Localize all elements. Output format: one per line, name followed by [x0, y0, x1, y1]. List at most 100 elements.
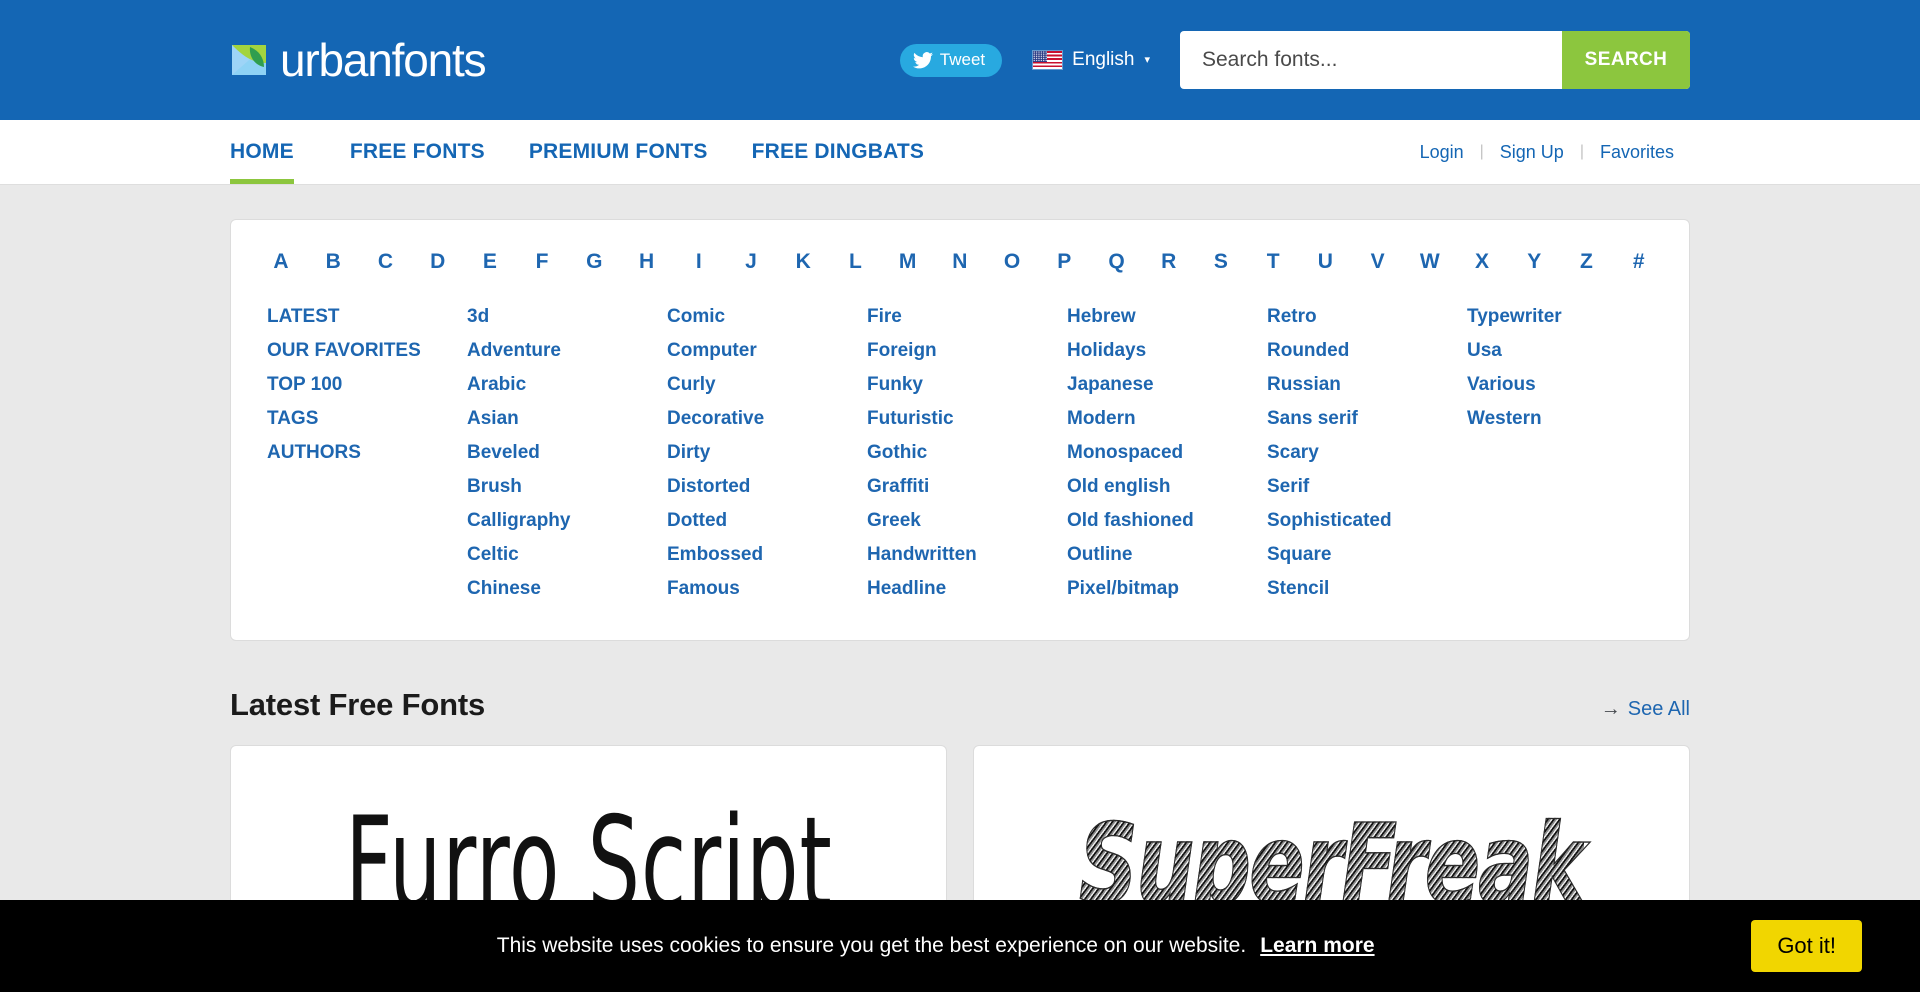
alphabet-letter-k[interactable]: K — [793, 250, 813, 274]
alphabet-letter-t[interactable]: T — [1263, 250, 1283, 274]
chevron-down-icon: ▾ — [1144, 53, 1150, 66]
category-link-arabic[interactable]: Arabic — [467, 368, 653, 402]
category-link-monospaced[interactable]: Monospaced — [1067, 436, 1253, 470]
category-link-funky[interactable]: Funky — [867, 368, 1053, 402]
language-selector[interactable]: English ▾ — [1032, 49, 1150, 71]
category-link-usa[interactable]: Usa — [1467, 334, 1653, 368]
category-link-typewriter[interactable]: Typewriter — [1467, 300, 1653, 334]
category-link-japanese[interactable]: Japanese — [1067, 368, 1253, 402]
alphabet-letter-d[interactable]: D — [428, 250, 448, 274]
alphabet-letter-c[interactable]: C — [375, 250, 395, 274]
category-link-latest[interactable]: LATEST — [267, 300, 453, 334]
category-link-serif[interactable]: Serif — [1267, 470, 1453, 504]
category-link-computer[interactable]: Computer — [667, 334, 853, 368]
alphabet-letter-r[interactable]: R — [1159, 250, 1179, 274]
category-link-our-favorites[interactable]: OUR FAVORITES — [267, 334, 453, 368]
category-link-various[interactable]: Various — [1467, 368, 1653, 402]
category-link-calligraphy[interactable]: Calligraphy — [467, 504, 653, 538]
category-link-russian[interactable]: Russian — [1267, 368, 1453, 402]
category-link-sophisticated[interactable]: Sophisticated — [1267, 504, 1453, 538]
alphabet-letter-l[interactable]: L — [845, 250, 865, 274]
category-link-asian[interactable]: Asian — [467, 402, 653, 436]
signup-link[interactable]: Sign Up — [1484, 142, 1580, 163]
category-link-hebrew[interactable]: Hebrew — [1067, 300, 1253, 334]
category-link-famous[interactable]: Famous — [667, 572, 853, 606]
alphabet-letter-n[interactable]: N — [950, 250, 970, 274]
login-link[interactable]: Login — [1404, 142, 1480, 163]
category-link-retro[interactable]: Retro — [1267, 300, 1453, 334]
alphabet-letter-p[interactable]: P — [1054, 250, 1074, 274]
category-column-2: 3d Adventure Arabic Asian Beveled Brush Callig… — [467, 300, 653, 606]
alphabet-letter-q[interactable]: Q — [1107, 250, 1127, 274]
category-link-scary[interactable]: Scary — [1267, 436, 1453, 470]
see-all-link[interactable]: → See All — [1601, 698, 1690, 721]
category-link-modern[interactable]: Modern — [1067, 402, 1253, 436]
category-link-futuristic[interactable]: Futuristic — [867, 402, 1053, 436]
category-link-brush[interactable]: Brush — [467, 470, 653, 504]
category-link-dirty[interactable]: Dirty — [667, 436, 853, 470]
category-link-curly[interactable]: Curly — [667, 368, 853, 402]
page-content: A B C D E F G H I J K L M N O P Q R S T U V W X Y Z # LATEST OUR FA… — [230, 185, 1690, 985]
alphabet-letter-i[interactable]: I — [689, 250, 709, 274]
alphabet-letter-w[interactable]: W — [1420, 250, 1440, 274]
alphabet-letter-e[interactable]: E — [480, 250, 500, 274]
category-link-outline[interactable]: Outline — [1067, 538, 1253, 572]
category-link-old-fashioned[interactable]: Old fashioned — [1067, 504, 1253, 538]
nav-item-home[interactable]: HOME — [230, 120, 316, 184]
category-link-chinese[interactable]: Chinese — [467, 572, 653, 606]
site-logo[interactable]: urbanfonts — [230, 37, 487, 83]
cookie-learn-more-link[interactable]: Learn more — [1260, 934, 1374, 958]
category-link-headline[interactable]: Headline — [867, 572, 1053, 606]
alphabet-letter-hash[interactable]: # — [1629, 250, 1649, 274]
alphabet-letter-u[interactable]: U — [1315, 250, 1335, 274]
category-link-comic[interactable]: Comic — [667, 300, 853, 334]
category-link-pixel-bitmap[interactable]: Pixel/bitmap — [1067, 572, 1253, 606]
category-link-authors[interactable]: AUTHORS — [267, 436, 453, 470]
category-link-tags[interactable]: TAGS — [267, 402, 453, 436]
category-link-sans-serif[interactable]: Sans serif — [1267, 402, 1453, 436]
alphabet-letter-v[interactable]: V — [1368, 250, 1388, 274]
alphabet-letter-x[interactable]: X — [1472, 250, 1492, 274]
category-link-foreign[interactable]: Foreign — [867, 334, 1053, 368]
category-link-stencil[interactable]: Stencil — [1267, 572, 1453, 606]
tweet-button[interactable]: Tweet — [899, 43, 1003, 77]
category-link-beveled[interactable]: Beveled — [467, 436, 653, 470]
category-link-embossed[interactable]: Embossed — [667, 538, 853, 572]
category-link-celtic[interactable]: Celtic — [467, 538, 653, 572]
category-link-top-100[interactable]: TOP 100 — [267, 368, 453, 402]
category-link-old-english[interactable]: Old english — [1067, 470, 1253, 504]
category-link-dotted[interactable]: Dotted — [667, 504, 853, 538]
alphabet-letter-z[interactable]: Z — [1576, 250, 1596, 274]
alphabet-letter-a[interactable]: A — [271, 250, 291, 274]
category-link-adventure[interactable]: Adventure — [467, 334, 653, 368]
alphabet-letter-b[interactable]: B — [323, 250, 343, 274]
nav-item-premium-fonts[interactable]: PREMIUM FONTS — [507, 120, 730, 184]
cookie-accept-button[interactable]: Got it! — [1751, 920, 1862, 972]
favorites-link[interactable]: Favorites — [1584, 142, 1690, 163]
category-link-distorted[interactable]: Distorted — [667, 470, 853, 504]
alphabet-letter-h[interactable]: H — [637, 250, 657, 274]
category-link-decorative[interactable]: Decorative — [667, 402, 853, 436]
nav-item-free-fonts[interactable]: FREE FONTS — [328, 120, 507, 184]
category-link-gothic[interactable]: Gothic — [867, 436, 1053, 470]
alphabet-letter-y[interactable]: Y — [1524, 250, 1544, 274]
search-button[interactable]: SEARCH — [1562, 31, 1690, 89]
category-link-square[interactable]: Square — [1267, 538, 1453, 572]
category-link-graffiti[interactable]: Graffiti — [867, 470, 1053, 504]
category-link-greek[interactable]: Greek — [867, 504, 1053, 538]
alphabet-letter-m[interactable]: M — [898, 250, 918, 274]
nav-item-free-dingbats[interactable]: FREE DINGBATS — [730, 120, 947, 184]
category-link-3d[interactable]: 3d — [467, 300, 653, 334]
alphabet-letter-o[interactable]: O — [1002, 250, 1022, 274]
alphabet-letter-j[interactable]: J — [741, 250, 761, 274]
category-link-fire[interactable]: Fire — [867, 300, 1053, 334]
category-link-handwritten[interactable]: Handwritten — [867, 538, 1053, 572]
category-column-7: Typewriter Usa Various Western — [1467, 300, 1653, 606]
category-link-western[interactable]: Western — [1467, 402, 1653, 436]
alphabet-letter-s[interactable]: S — [1211, 250, 1231, 274]
category-link-holidays[interactable]: Holidays — [1067, 334, 1253, 368]
alphabet-letter-g[interactable]: G — [584, 250, 604, 274]
category-link-rounded[interactable]: Rounded — [1267, 334, 1453, 368]
alphabet-letter-f[interactable]: F — [532, 250, 552, 274]
search-input[interactable] — [1180, 31, 1562, 89]
